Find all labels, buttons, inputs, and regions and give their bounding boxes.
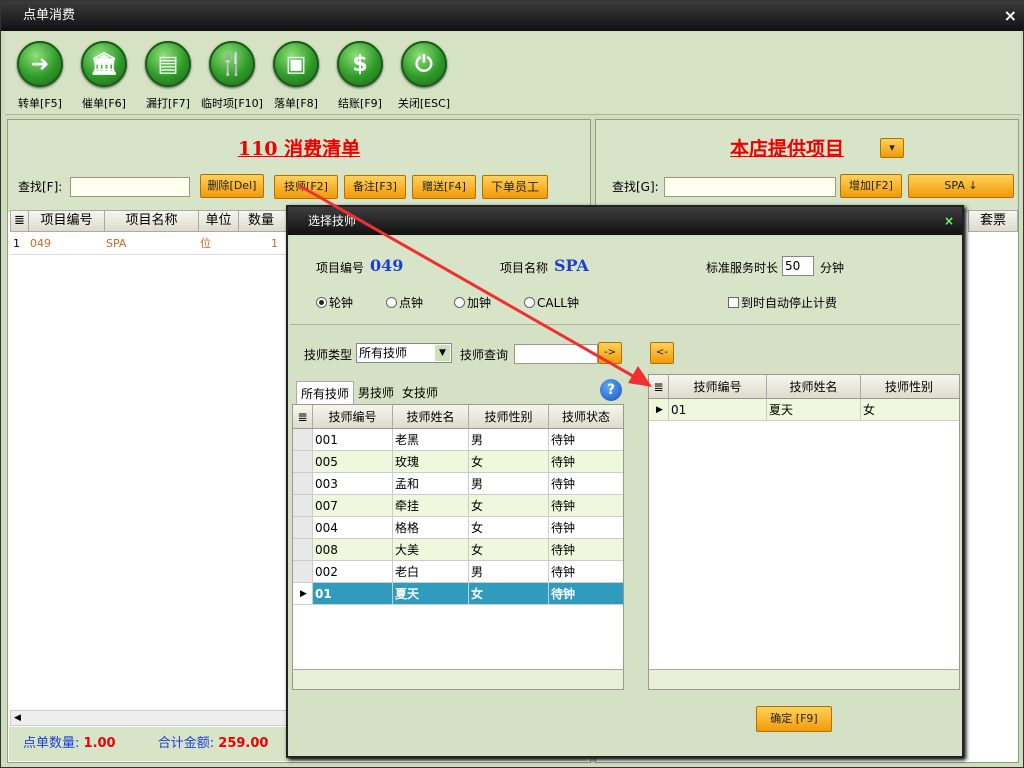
annotation-arrow xyxy=(299,184,652,387)
